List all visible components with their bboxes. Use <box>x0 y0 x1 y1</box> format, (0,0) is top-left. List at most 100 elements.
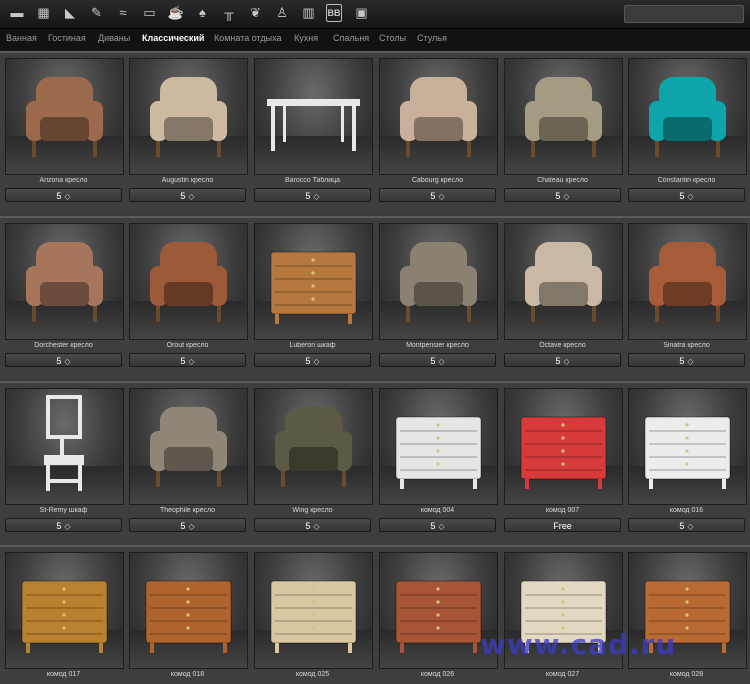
catalog-item[interactable]: комод 025 <box>254 552 373 681</box>
catalog-item[interactable]: Constantin кресло 5 ◇ <box>628 58 747 202</box>
item-thumbnail[interactable] <box>379 58 498 175</box>
price-button[interactable]: 5 ◇ <box>129 518 246 532</box>
item-name: Theophile кресло <box>159 507 216 514</box>
item-thumbnail[interactable] <box>129 223 248 340</box>
catalog-item[interactable]: комод 007 Free <box>504 388 623 532</box>
lamp-icon[interactable]: ♠ <box>194 4 212 22</box>
catalog-item[interactable]: Orout кресло 5 ◇ <box>129 223 248 367</box>
item-name: комод 026 <box>420 671 455 678</box>
item-thumbnail[interactable] <box>628 58 747 175</box>
price-button[interactable]: 5 ◇ <box>628 353 745 367</box>
desk-icon[interactable]: ╥ <box>220 4 238 22</box>
cup-icon[interactable]: ☕ <box>167 4 185 22</box>
brush-icon[interactable]: ✎ <box>88 4 106 22</box>
item-thumbnail[interactable] <box>504 223 623 340</box>
price-button[interactable]: 5 ◇ <box>129 188 246 202</box>
diamond-icon: ◇ <box>313 522 320 531</box>
price-button[interactable]: 5 ◇ <box>129 353 246 367</box>
catalog-item[interactable]: Wing кресло 5 ◇ <box>254 388 373 532</box>
item-name: Montpensier кресло <box>406 342 469 349</box>
wave-icon[interactable]: ≈ <box>114 4 132 22</box>
catalog-item[interactable]: комод 004 5 ◇ <box>379 388 498 532</box>
catalog-item[interactable]: Montpensier кресло 5 ◇ <box>379 223 498 367</box>
watermark: www.cad.ru <box>480 628 677 661</box>
item-thumbnail[interactable] <box>504 58 623 175</box>
item-thumbnail[interactable] <box>254 223 373 340</box>
item-thumbnail[interactable] <box>5 223 124 340</box>
picture-icon[interactable]: ▣ <box>353 4 371 22</box>
item-thumbnail[interactable] <box>504 388 623 505</box>
item-thumbnail[interactable] <box>129 58 248 175</box>
brick-icon[interactable]: ▦ <box>35 4 53 22</box>
price-button[interactable]: 5 ◇ <box>5 518 122 532</box>
building-icon[interactable]: ▥ <box>300 4 318 22</box>
price-button[interactable]: 5 ◇ <box>379 188 496 202</box>
bath-icon[interactable]: ▬ <box>8 4 26 22</box>
item-thumbnail[interactable] <box>628 388 747 505</box>
item-thumbnail[interactable] <box>5 58 124 175</box>
sofa-icon[interactable]: ▭ <box>141 4 159 22</box>
menu-button[interactable] <box>624 5 744 23</box>
item-thumbnail[interactable] <box>254 388 373 505</box>
tab-6[interactable]: Спальня <box>333 33 369 43</box>
item-name: комод 004 <box>420 507 455 514</box>
person-icon[interactable]: ♙ <box>273 4 291 22</box>
price-button[interactable]: 5 ◇ <box>379 353 496 367</box>
price-button[interactable]: 5 ◇ <box>5 353 122 367</box>
item-name: комод 016 <box>669 507 704 514</box>
item-thumbnail[interactable] <box>379 223 498 340</box>
catalog-item[interactable]: комод 027 <box>504 552 623 681</box>
catalog-item[interactable]: St-Remy шкаф 5 ◇ <box>5 388 124 532</box>
item-thumbnail[interactable] <box>254 58 373 175</box>
catalog-item[interactable]: комод 017 <box>5 552 124 681</box>
item-thumbnail[interactable] <box>5 388 124 505</box>
tab-3[interactable]: Классический <box>142 33 204 43</box>
diamond-icon: ◇ <box>188 522 195 531</box>
leaf-icon[interactable]: ❦ <box>247 4 265 22</box>
price-button[interactable]: 5 ◇ <box>5 188 122 202</box>
item-thumbnail[interactable] <box>254 552 373 669</box>
price-value: 5 <box>555 356 561 366</box>
catalog-item[interactable]: комод 016 5 ◇ <box>628 388 747 532</box>
price-button[interactable]: 5 ◇ <box>504 188 621 202</box>
item-name: комод 018 <box>170 671 205 678</box>
item-thumbnail[interactable] <box>379 388 498 505</box>
tab-4[interactable]: Комната отдыха <box>214 33 282 43</box>
price-button[interactable]: 5 ◇ <box>254 353 371 367</box>
catalog-item[interactable]: комод 026 <box>379 552 498 681</box>
stairs-icon[interactable]: ◣ <box>61 4 79 22</box>
tab-8[interactable]: Стулья <box>417 33 447 43</box>
armchair-image <box>649 77 726 157</box>
item-thumbnail[interactable] <box>628 223 747 340</box>
price-button[interactable]: 5 ◇ <box>628 188 745 202</box>
catalog-item[interactable]: Sinatra кресло 5 ◇ <box>628 223 747 367</box>
tab-0[interactable]: Ванная <box>6 33 37 43</box>
catalog-item[interactable]: Cabourg кресло 5 ◇ <box>379 58 498 202</box>
price-button[interactable]: 5 ◇ <box>379 518 496 532</box>
catalog-item[interactable]: Arizona кресло 5 ◇ <box>5 58 124 202</box>
item-thumbnail[interactable] <box>5 552 124 669</box>
price-button[interactable]: 5 ◇ <box>254 518 371 532</box>
catalog-item[interactable]: Dorchester кресло 5 ◇ <box>5 223 124 367</box>
bb-icon[interactable]: BB <box>326 4 342 22</box>
price-button[interactable]: 5 ◇ <box>628 518 745 532</box>
price-value: Free <box>553 521 572 531</box>
tab-2[interactable]: Диваны <box>98 33 130 43</box>
catalog-item[interactable]: Octave кресло 5 ◇ <box>504 223 623 367</box>
tab-1[interactable]: Гостиная <box>48 33 86 43</box>
price-button[interactable]: Free <box>504 518 621 532</box>
catalog-item[interactable]: Theophile кресло 5 ◇ <box>129 388 248 532</box>
catalog-item[interactable]: комод 028 <box>628 552 747 681</box>
tab-5[interactable]: Кухня <box>294 33 318 43</box>
price-button[interactable]: 5 ◇ <box>254 188 371 202</box>
catalog-item[interactable]: Augustin кресло 5 ◇ <box>129 58 248 202</box>
catalog-item[interactable]: Chateau кресло 5 ◇ <box>504 58 623 202</box>
catalog-item[interactable]: Barocco Таблица 5 ◇ <box>254 58 373 202</box>
catalog-item[interactable]: комод 018 <box>129 552 248 681</box>
item-thumbnail[interactable] <box>129 388 248 505</box>
item-thumbnail[interactable] <box>129 552 248 669</box>
tab-7[interactable]: Столы <box>379 33 406 43</box>
catalog-item[interactable]: Luberon шкаф 5 ◇ <box>254 223 373 367</box>
price-button[interactable]: 5 ◇ <box>504 353 621 367</box>
washstand-image <box>44 395 84 491</box>
